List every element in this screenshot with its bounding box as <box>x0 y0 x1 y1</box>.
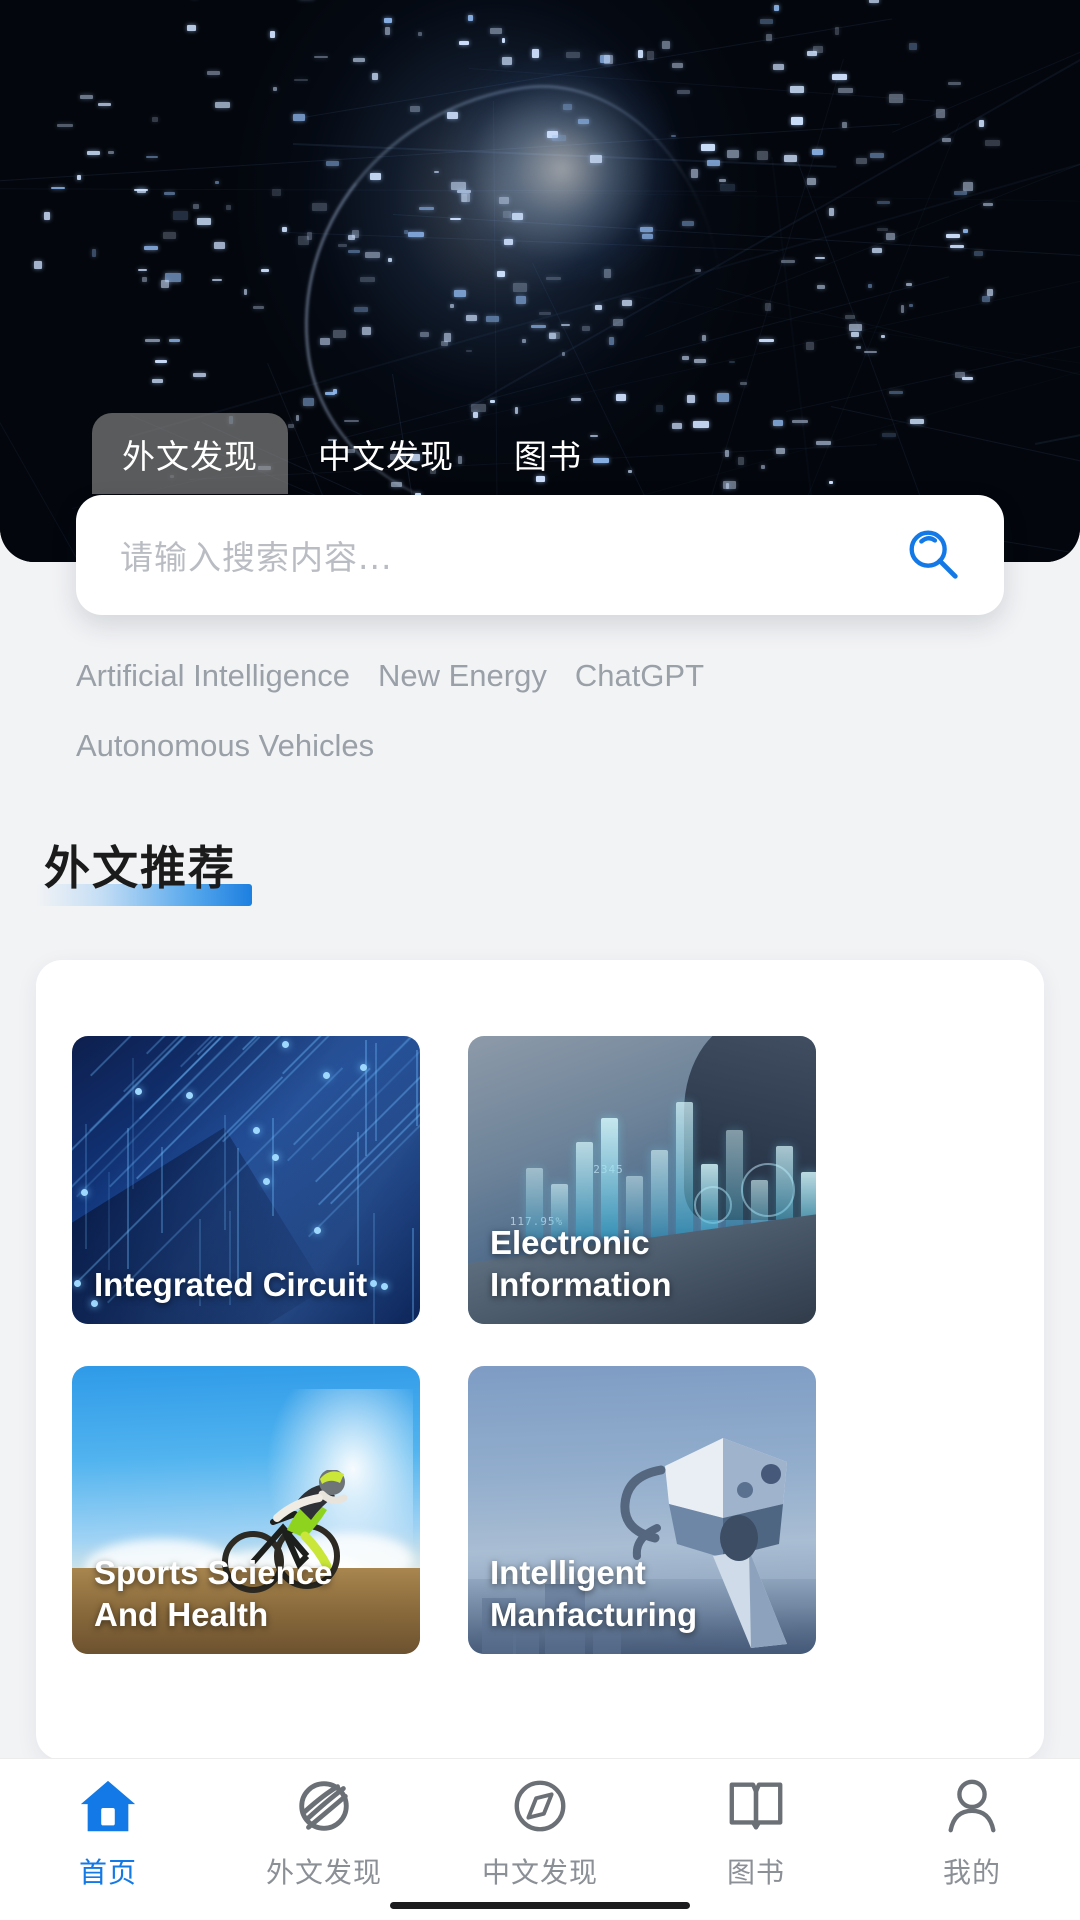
nav-label: 首页 <box>78 1856 137 1889</box>
card-sports-science-and-health[interactable]: Sports Science And Health <box>72 1366 420 1654</box>
search-box[interactable]: 请输入搜索内容... <box>76 495 1004 615</box>
book-icon[interactable] <box>725 1775 787 1837</box>
card-intelligent-manufacturing[interactable]: Intelligent Manfacturing <box>468 1366 816 1654</box>
discover-tab-bar: 外文发现 中文发现 图书 <box>0 413 1080 494</box>
bottom-navigation-bar: 首页 外文发现 中文发现 图书 我的 <box>0 1758 1080 1920</box>
card-title: Integrated Circuit <box>94 1265 368 1303</box>
card-electronic-information[interactable]: 2345 117.95% Electronic Information <box>468 1036 816 1324</box>
tab-chinese-discover[interactable]: 中文发现 <box>288 413 484 494</box>
tab-foreign-discover[interactable]: 外文发现 <box>92 413 288 494</box>
section-title: 外文推荐 <box>36 832 252 908</box>
nav-label: 我的 <box>942 1856 1001 1889</box>
nav-item-home[interactable]: 首页 <box>0 1775 216 1891</box>
nav-item-profile[interactable]: 我的 <box>864 1775 1080 1891</box>
compass-icon[interactable] <box>509 1775 571 1837</box>
recommend-section-header: 外文推荐 <box>36 832 252 908</box>
planet-icon[interactable] <box>293 1775 355 1837</box>
hot-tag-new-energy[interactable]: New Energy <box>378 645 547 707</box>
nav-item-chinese-discover[interactable]: 中文发现 <box>432 1775 648 1891</box>
nav-item-books[interactable]: 图书 <box>648 1775 864 1891</box>
card-integrated-circuit[interactable]: Integrated Circuit <box>72 1036 420 1324</box>
hot-tag-autonomous-vehicles[interactable]: Autonomous Vehicles <box>76 715 374 777</box>
person-icon[interactable] <box>941 1775 1003 1837</box>
nav-label: 外文发现 <box>265 1856 382 1889</box>
card-title: Intelligent Manfacturing <box>490 1553 698 1633</box>
hot-search-tags: Artificial Intelligence New Energy ChatG… <box>76 645 976 777</box>
search-input[interactable]: 请输入搜索内容... <box>120 531 902 579</box>
recommend-card-grid: Integrated Circuit 2345 117.95% Electron… <box>72 1036 1008 1654</box>
section-title-text: 外文推荐 <box>44 841 236 895</box>
search-bar[interactable]: 请输入搜索内容... <box>76 495 1004 615</box>
card-title: Electronic Information <box>490 1223 672 1303</box>
search-icon[interactable] <box>902 524 964 586</box>
hot-tag-artificial-intelligence[interactable]: Artificial Intelligence <box>76 645 350 707</box>
card-title: Sports Science And Health <box>94 1553 333 1633</box>
hot-tag-chatgpt[interactable]: ChatGPT <box>575 645 704 707</box>
home-indicator <box>390 1902 690 1909</box>
nav-label: 中文发现 <box>481 1856 598 1889</box>
nav-label: 图书 <box>726 1856 785 1889</box>
home-icon[interactable] <box>77 1775 139 1837</box>
tab-books[interactable]: 图书 <box>484 413 612 494</box>
nav-item-foreign-discover[interactable]: 外文发现 <box>216 1775 432 1891</box>
